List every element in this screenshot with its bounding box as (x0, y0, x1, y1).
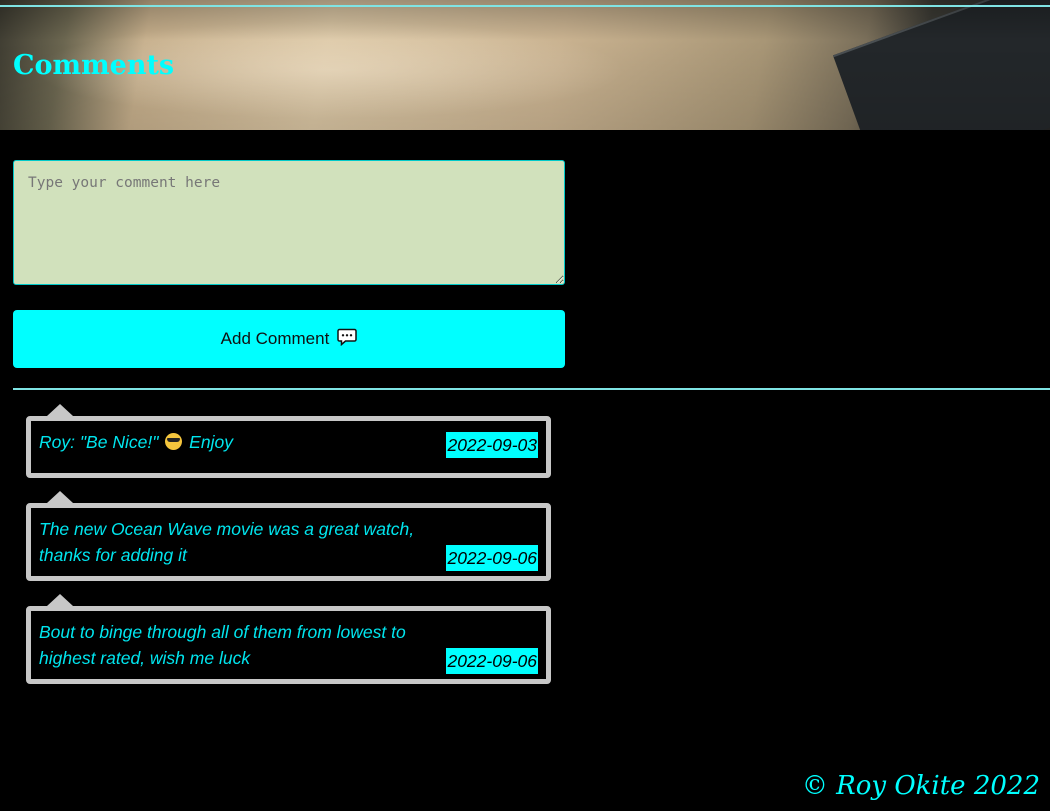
sunglasses-face-icon (165, 433, 183, 450)
comment-date: 2022-09-03 (446, 432, 538, 458)
comment-bubble: Bout to binge through all of them from l… (26, 594, 551, 684)
comment-bubble: Roy: "Be Nice!" Enjoy 2022-09-03 (26, 404, 551, 478)
section-divider (13, 388, 1050, 390)
comment-text: Roy: "Be Nice!" Enjoy (39, 432, 233, 452)
page-header: Comments (0, 0, 1050, 130)
comment-text: The new Ocean Wave movie was a great wat… (39, 519, 415, 565)
comment-bubble: The new Ocean Wave movie was a great wat… (26, 491, 551, 581)
add-comment-label: Add Comment (220, 329, 330, 348)
page-title: Comments (13, 50, 175, 81)
speech-bubble-icon (337, 328, 358, 351)
comment-date: 2022-09-06 (446, 648, 538, 674)
header-top-line (0, 5, 1050, 7)
comment-input[interactable] (13, 160, 565, 285)
footer-copyright: © Roy Okite 2022 (801, 771, 1040, 801)
comment-date: 2022-09-06 (446, 545, 538, 571)
add-comment-button[interactable]: Add Comment (13, 310, 565, 368)
comment-text: Bout to binge through all of them from l… (39, 622, 406, 668)
